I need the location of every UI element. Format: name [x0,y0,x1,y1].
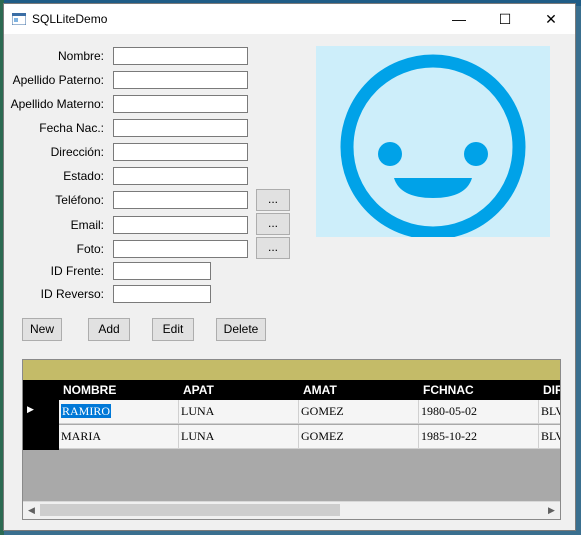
label-foto: Foto: [76,242,104,256]
selected-cell-text: RAMIRO [61,404,112,418]
foto-browse-button[interactable]: ... [256,237,290,259]
grid-header-row: NOMBRE APAT AMAT FCHNAC DIR [23,380,560,400]
table-cell[interactable]: 1985-10-22 [419,425,539,449]
horizontal-scrollbar[interactable]: ◀ ▶ [23,501,560,519]
label-estado: Estado: [63,169,104,183]
apellido-paterno-field[interactable] [113,71,248,89]
label-id-reverso: ID Reverso: [40,287,104,301]
column-header[interactable]: NOMBRE [59,380,179,400]
table-cell[interactable]: MARIA [59,425,179,449]
label-email: Email: [70,218,104,232]
nombre-field[interactable] [113,47,248,65]
column-header[interactable]: DIR [539,380,560,400]
column-header[interactable]: AMAT [299,380,419,400]
title-bar[interactable]: SQLLiteDemo — ☐ ✕ [4,4,575,34]
scroll-thumb[interactable] [40,504,340,516]
label-telefono: Teléfono: [55,193,104,207]
table-cell[interactable]: 1980-05-02 [419,400,539,424]
maximize-button[interactable]: ☐ [482,4,528,34]
label-fecha-nac: Fecha Nac.: [39,121,104,135]
column-header[interactable]: APAT [179,380,299,400]
label-nombre: Nombre: [57,49,104,63]
id-frente-field[interactable] [113,262,211,280]
estado-field[interactable] [113,167,248,185]
telefono-browse-button[interactable]: ... [256,189,290,211]
close-button[interactable]: ✕ [528,4,574,34]
add-button[interactable]: Add [88,318,130,341]
minimize-button[interactable]: — [436,4,482,34]
table-row[interactable]: RAMIRO LUNA GOMEZ 1980-05-02 BLV [59,400,560,424]
current-row-indicator-icon: ▶ [27,404,34,414]
data-grid[interactable]: NOMBRE APAT AMAT FCHNAC DIR ▶ RAMIRO LUN… [22,359,561,520]
foto-field[interactable] [113,240,248,258]
id-reverso-field[interactable] [113,285,211,303]
scroll-right-icon[interactable]: ▶ [543,502,560,519]
grid-caption-bar [23,360,560,380]
table-cell[interactable]: GOMEZ [299,425,419,449]
table-cell[interactable]: RAMIRO [59,400,179,424]
edit-button[interactable]: Edit [152,318,194,341]
delete-button[interactable]: Delete [216,318,266,341]
scroll-left-icon[interactable]: ◀ [23,502,40,519]
label-apellido-paterno: Apellido Paterno: [12,73,104,87]
app-icon [12,13,26,25]
label-direccion: Dirección: [50,145,104,159]
label-apellido-materno: Apellido Materno: [10,97,104,111]
email-browse-button[interactable]: ... [256,213,290,235]
new-button[interactable]: New [22,318,62,341]
direccion-field[interactable] [113,143,248,161]
table-cell[interactable]: GOMEZ [299,400,419,424]
window-title: SQLLiteDemo [32,12,108,26]
row-header-column: ▶ [23,400,59,450]
photo-picture-box [316,46,550,240]
table-cell[interactable]: LUNA [179,400,299,424]
telefono-field[interactable] [113,191,248,209]
table-cell[interactable]: LUNA [179,425,299,449]
app-window: SQLLiteDemo — ☐ ✕ Nombre: Apellido Pater… [3,3,576,531]
fecha-nac-field[interactable] [113,119,248,137]
smiley-face-icon [340,54,526,240]
email-field[interactable] [113,216,248,234]
apellido-materno-field[interactable] [113,95,248,113]
label-id-frente: ID Frente: [50,264,104,278]
column-header[interactable]: FCHNAC [419,380,539,400]
table-row[interactable]: MARIA LUNA GOMEZ 1985-10-22 BLV [59,425,560,449]
table-cell[interactable]: BLV [539,425,560,449]
table-cell[interactable]: BLV [539,400,560,424]
